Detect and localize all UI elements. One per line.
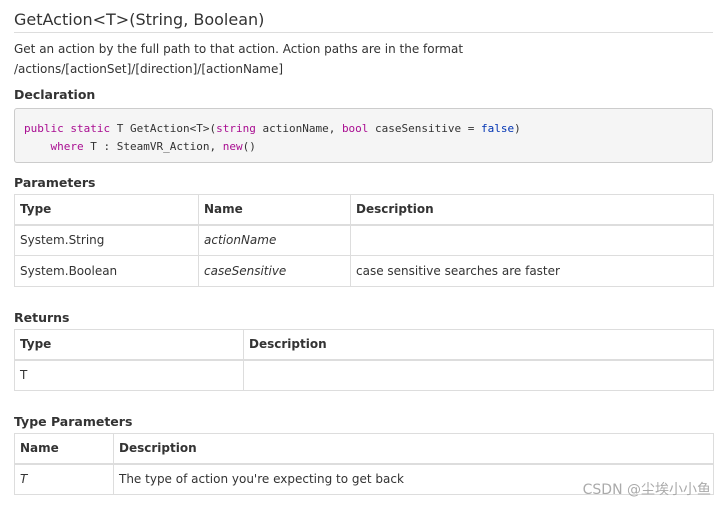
return-type: T (14, 359, 244, 391)
declaration-heading: Declaration (14, 87, 96, 102)
returns-heading: Returns (14, 310, 70, 325)
type-parameters-heading: Type Parameters (14, 414, 133, 429)
keyword-where: where (50, 140, 84, 153)
keyword-new: new (222, 140, 243, 153)
page-title: GetAction<T>(String, Boolean) (14, 10, 265, 29)
param-name: actionName (198, 224, 351, 256)
returns-table: Type Description T (14, 329, 714, 391)
column-header-description: Description (113, 433, 714, 464)
column-header-name: Name (198, 194, 351, 225)
code-text: () (242, 140, 256, 153)
param-type: System.Boolean (14, 255, 199, 287)
description-line-1: Get an action by the full path to that a… (14, 42, 464, 56)
table-row: System.String actionName (14, 224, 714, 256)
declaration-code-block[interactable]: public static T GetAction<T>(string acti… (14, 108, 713, 163)
parameters-table: Type Name Description System.String acti… (14, 194, 714, 287)
code-text: caseSensitive = (368, 122, 482, 135)
table-row: T (14, 359, 714, 391)
table-row: System.Boolean caseSensitive case sensit… (14, 255, 714, 287)
return-description (243, 359, 714, 391)
keyword-public: public (24, 122, 64, 135)
type-param-name: T (14, 463, 114, 495)
table-header-row: Type Name Description (14, 194, 714, 225)
code-text: T GetAction<T>( (110, 122, 217, 135)
keyword-static: static (70, 122, 111, 135)
column-header-type: Type (14, 194, 199, 225)
parameters-heading: Parameters (14, 175, 96, 190)
column-header-name: Name (14, 433, 114, 464)
keyword-string: string (216, 122, 256, 135)
code-text: actionName, (255, 122, 342, 135)
description-line-2: /actions/[actionSet]/[direction]/[action… (14, 62, 284, 76)
watermark-text: CSDN @尘埃小小鱼 (582, 482, 711, 498)
table-header-row: Type Description (14, 329, 714, 360)
param-type: System.String (14, 224, 199, 256)
table-header-row: Name Description (14, 433, 714, 464)
code-text: T : SteamVR_Action, (83, 140, 223, 153)
param-description: case sensitive searches are faster (350, 255, 714, 287)
keyword-bool: bool (341, 122, 369, 135)
method-description: Get an action by the full path to that a… (14, 39, 704, 79)
param-name: caseSensitive (198, 255, 351, 287)
param-description (350, 224, 714, 256)
column-header-description: Description (243, 329, 714, 360)
column-header-type: Type (14, 329, 244, 360)
column-header-description: Description (350, 194, 714, 225)
title-divider (14, 32, 713, 33)
keyword-false: false (481, 122, 515, 135)
code-text: ) (514, 122, 521, 135)
code-line-2: where T : SteamVR_Action, new() (24, 140, 256, 153)
code-line-1: public static T GetAction<T>(string acti… (24, 122, 521, 135)
